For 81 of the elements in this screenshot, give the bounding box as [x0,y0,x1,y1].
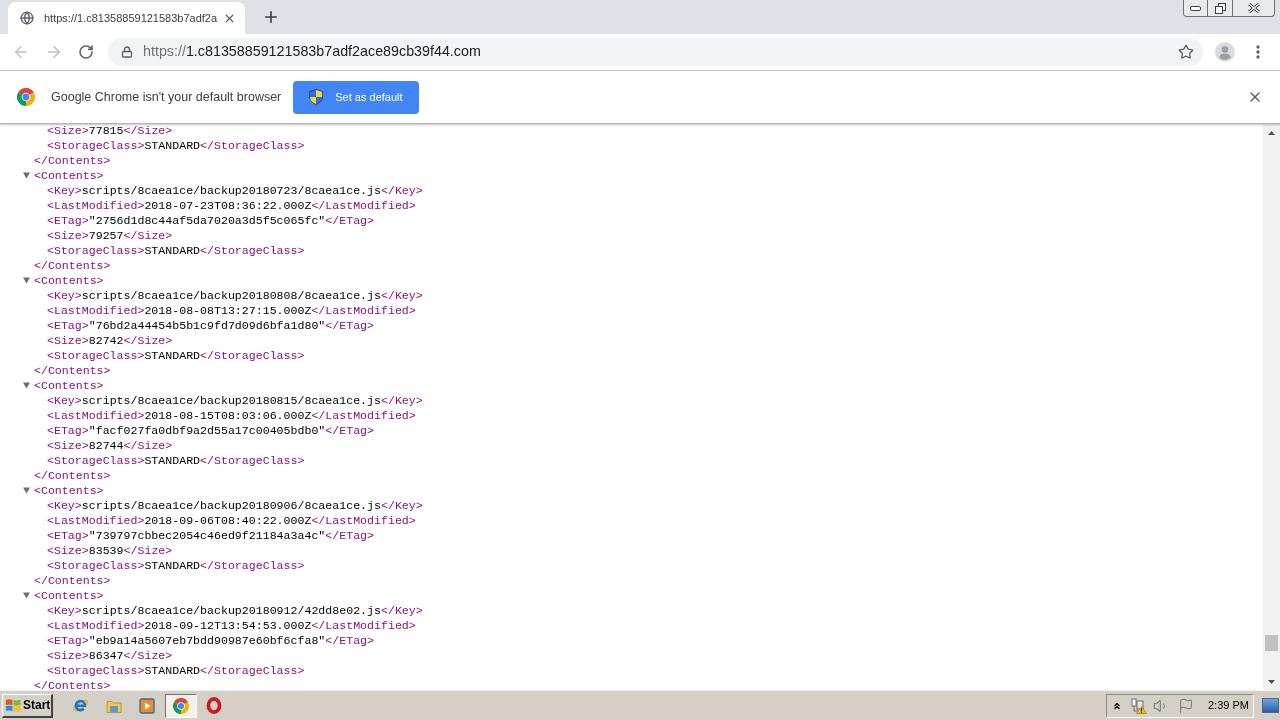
xml-line: <ETag>"facf027fa0dbf9a2d55a17c00405bdb0"</ETag> [47,423,374,438]
xml-line: <StorageClass>STANDARD</StorageClass> [47,243,305,258]
browser-logo-icon [172,697,189,714]
xml-line: <Contents> [34,588,104,603]
xml-line: <ETag>"eb9a14a5607eb7bdd90987e60bf6cfa8"</ETag> [47,633,374,648]
xml-line: <Size>79257</Size> [47,228,173,243]
lock-icon [121,46,133,58]
minimize-icon [1190,5,1201,11]
xml-line: </Contents> [34,363,111,378]
taskbar-button[interactable] [164,693,197,718]
xml-line: <Size>86347</Size> [47,648,173,663]
xml-line: <Key>scripts/8caea1ce/backup20180912/42dd8e02.js</Key> [47,603,423,618]
network-warning-icon[interactable] [1130,697,1147,714]
xml-line: <Key>scripts/8caea1ce/backup20180815/8caea1ce.js</Key> [47,393,423,408]
expand-triangle-icon[interactable] [23,172,30,179]
xml-line: <Size>82742</Size> [47,333,173,348]
shield-icon [309,89,324,105]
xml-line: <LastModified>2018-08-15T08:03:06.000Z</LastModified> [47,408,416,423]
double-chevron-icon[interactable] [1112,700,1122,711]
browser-tab[interactable]: https://1.c81358859121583b7adf2a [8,2,246,34]
xml-line: <Key>scripts/8caea1ce/backup20180906/8caea1ce.js</Key> [47,498,423,513]
menu-icon [1256,45,1260,59]
xml-line: <Contents> [34,273,104,288]
restore-icon [1214,2,1226,14]
xml-line: <ETag>"76bd2a44454b5b1c9fd7d09d6bfa1d80"</ETag> [47,318,374,333]
up-triangle-icon [1268,130,1275,135]
xml-line: <Size>83539</Size> [47,543,173,558]
expand-triangle-icon[interactable] [23,277,30,284]
xml-line: <StorageClass>STANDARD</StorageClass> [47,348,305,363]
xml-line: <StorageClass>STANDARD</StorageClass> [47,663,305,678]
xml-line: <LastModified>2018-07-23T08:36:22.000Z</LastModified> [47,198,416,213]
start-logo-icon [5,697,21,713]
reload-icon [78,44,94,60]
clock[interactable]: 2:39 PM [1208,697,1249,714]
set-default-button[interactable]: Set as default [293,80,419,114]
start-button[interactable]: Start [2,693,53,718]
tab-title: https://1.c81358859121583b7adf2a [44,10,218,26]
xml-line: <StorageClass>STANDARD</StorageClass> [47,558,305,573]
xml-line: <Size>77815</Size> [47,124,173,138]
xml-line: </Contents> [34,153,111,168]
xml-line: <Key>scripts/8caea1ce/backup20180808/8caea1ce.js</Key> [47,288,423,303]
flag-icon[interactable] [1178,697,1194,714]
arrow-right-icon [45,43,63,61]
xml-line: </Contents> [34,678,111,690]
expand-triangle-icon[interactable] [23,487,30,494]
xml-line: <Contents> [34,483,104,498]
infobar-close-button[interactable] [1247,89,1263,105]
play-icon [139,697,155,714]
xml-line: <LastModified>2018-09-12T13:54:53.000Z</LastModified> [47,618,416,633]
infobar-message: Google Chrome isn't your default browser [51,88,282,106]
address-bar[interactable]: https://1.c81358859121583b7adf2ace89cb39f44.com [108,38,1203,66]
xml-line: <StorageClass>STANDARD</StorageClass> [47,453,305,468]
xml-line: <Contents> [34,378,104,393]
close-icon [1247,3,1260,13]
globe-icon [20,11,34,25]
xml-line: <ETag>"2756d1d8c44af5da7020a3d5f5c065fc"</ETag> [47,213,374,228]
browser-logo-icon [17,88,35,106]
expand-triangle-icon[interactable] [23,382,30,389]
restore-button[interactable] [1208,0,1233,17]
o-ring-icon [206,697,222,714]
scrollbar-thumb[interactable] [1265,635,1278,651]
xml-line: <LastModified>2018-08-08T13:27:15.000Z</LastModified> [47,303,416,318]
xml-line: <Key>scripts/8caea1ce/backup20180723/8caea1ce.js</Key> [47,183,423,198]
expand-triangle-icon[interactable] [23,592,30,599]
xml-line: <Size>82744</Size> [47,438,173,453]
xml-line: </Contents> [34,573,111,588]
close-icon [1247,89,1263,105]
xml-line: <ETag>"739797cbbec2054c46ed9f21184a3a4c"</ETag> [47,528,374,543]
xml-line: <Contents> [34,168,104,183]
xml-line: <StorageClass>STANDARD</StorageClass> [47,138,305,153]
star-icon [1178,44,1194,60]
bookmark-button[interactable] [1178,44,1194,60]
e-logo-icon [71,697,89,714]
xml-line: </Contents> [34,468,111,483]
down-triangle-icon [1268,679,1275,684]
url-text: https://1.c81358859121583b7adf2ace89cb39f44.com [143,42,481,62]
xml-line: </Contents> [34,258,111,273]
avatar-icon [1215,42,1235,62]
xml-line: <LastModified>2018-09-06T08:40:22.000Z</LastModified> [47,513,416,528]
minimize-button[interactable] [1183,0,1208,17]
close-window-button[interactable] [1233,0,1275,17]
